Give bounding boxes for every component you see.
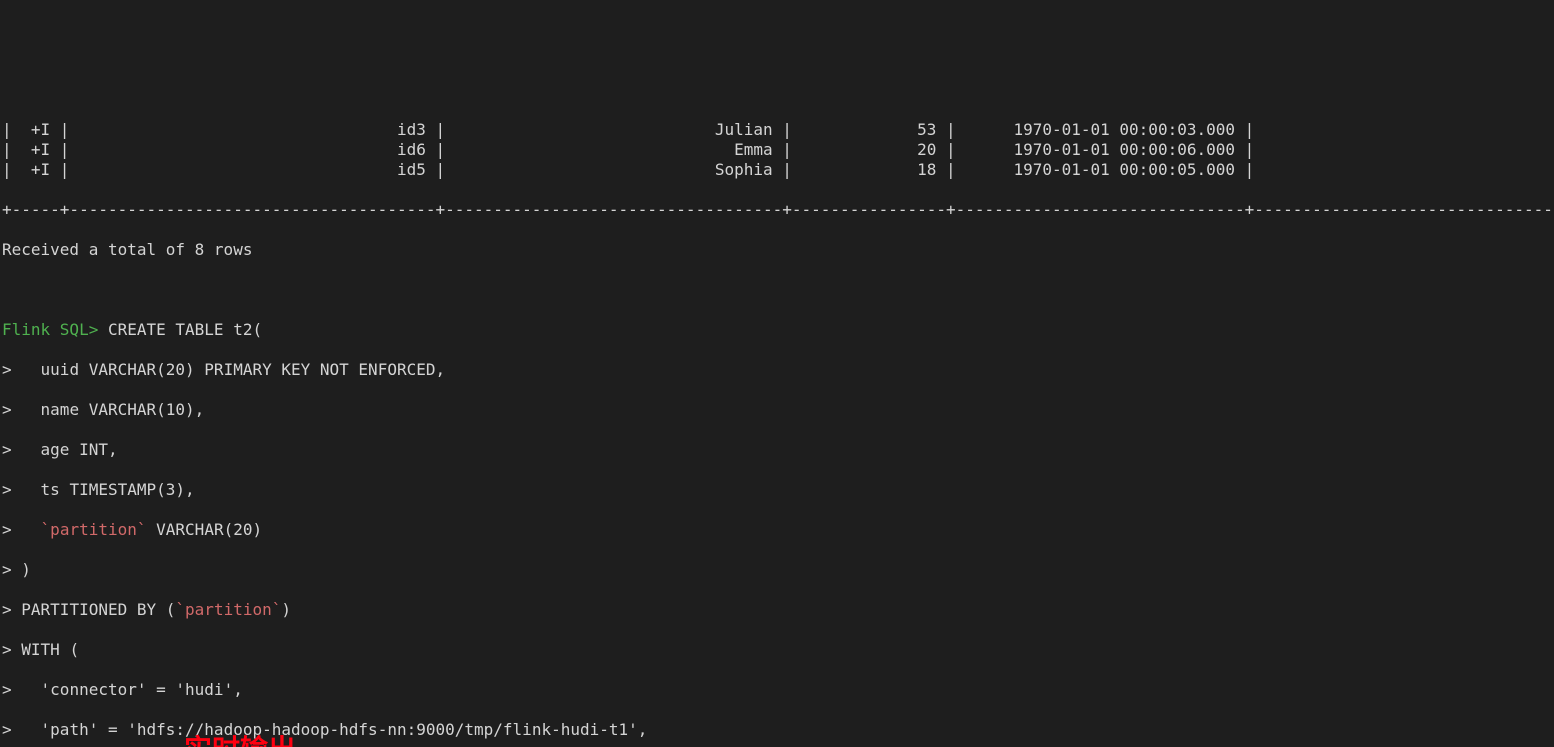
sql-line: > age INT, bbox=[2, 440, 1552, 460]
received-summary: Received a total of 8 rows bbox=[2, 240, 1552, 260]
sql-line: Flink SQL> CREATE TABLE t2( bbox=[2, 320, 1552, 340]
sql-line: > WITH ( bbox=[2, 640, 1552, 660]
sql-line: > name VARCHAR(10), bbox=[2, 400, 1552, 420]
sql-line: > `partition` VARCHAR(20) bbox=[2, 520, 1552, 540]
sql-line: > 'path' = 'hdfs://hadoop-hadoop-hdfs-nn… bbox=[2, 720, 1552, 740]
sql-line: > 'connector' = 'hudi', bbox=[2, 680, 1552, 700]
prompt: Flink SQL> bbox=[2, 320, 98, 339]
table-row: | +I | id3 | Julian | 53 | 1970-01-01 00… bbox=[2, 120, 1552, 140]
annotation-label: 实时输出 bbox=[184, 740, 296, 747]
table-separator: +-----+---------------------------------… bbox=[2, 200, 1552, 220]
sql-line: > ) bbox=[2, 560, 1552, 580]
terminal[interactable]: | +I | id3 | Julian | 53 | 1970-01-01 00… bbox=[0, 100, 1554, 747]
table-row: | +I | id6 | Emma | 20 | 1970-01-01 00:0… bbox=[2, 140, 1552, 160]
sql-line: > uuid VARCHAR(20) PRIMARY KEY NOT ENFOR… bbox=[2, 360, 1552, 380]
sql-line: > PARTITIONED BY (`partition`) bbox=[2, 600, 1552, 620]
sql-line: > ts TIMESTAMP(3), bbox=[2, 480, 1552, 500]
table-row: | +I | id5 | Sophia | 18 | 1970-01-01 00… bbox=[2, 160, 1552, 180]
blank-line bbox=[2, 280, 1552, 300]
